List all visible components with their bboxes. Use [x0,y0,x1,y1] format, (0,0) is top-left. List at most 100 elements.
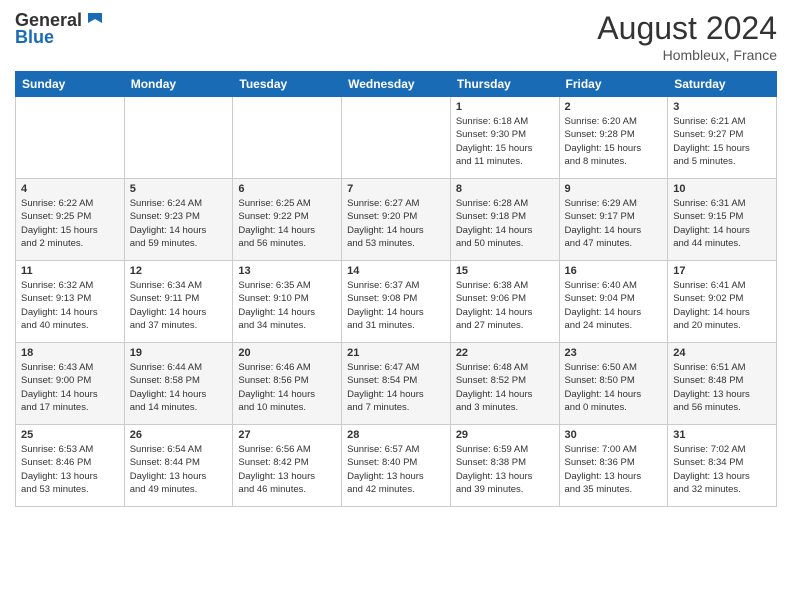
col-header-saturday: Saturday [668,72,777,97]
day-info: Sunrise: 6:57 AM Sunset: 8:40 PM Dayligh… [347,443,445,496]
day-number: 24 [673,347,771,359]
day-number: 25 [21,429,119,441]
calendar-cell: 4Sunrise: 6:22 AM Sunset: 9:25 PM Daylig… [16,179,125,261]
day-number: 6 [238,183,336,195]
day-number: 29 [456,429,554,441]
calendar-cell: 13Sunrise: 6:35 AM Sunset: 9:10 PM Dayli… [233,261,342,343]
day-info: Sunrise: 6:54 AM Sunset: 8:44 PM Dayligh… [130,443,228,496]
day-number: 3 [673,101,771,113]
day-info: Sunrise: 6:28 AM Sunset: 9:18 PM Dayligh… [456,197,554,250]
day-info: Sunrise: 6:18 AM Sunset: 9:30 PM Dayligh… [456,115,554,168]
calendar-cell: 22 Sunrise: 6:48 AM Sunset: 8:52 PM Dayli… [450,343,559,425]
day-info: Sunrise: 6:46 AM Sunset: 8:56 PM Dayligh… [238,361,336,414]
day-info: Sunrise: 7:00 AM Sunset: 8:36 PM Dayligh… [565,443,663,496]
day-number: 27 [238,429,336,441]
calendar-cell [342,97,451,179]
col-header-wednesday: Wednesday [342,72,451,97]
day-info: Sunrise: 6:40 AM Sunset: 9:04 PM Dayligh… [565,279,663,332]
day-info: Sunrise: 6:56 AM Sunset: 8:42 PM Dayligh… [238,443,336,496]
calendar-cell [233,97,342,179]
day-number: 21 [347,347,445,359]
day-info: Sunrise: 6:21 AM Sunset: 9:27 PM Dayligh… [673,115,771,168]
calendar-cell: 21 Sunrise: 6:47 AM Sunset: 8:54 PM Dayli… [342,343,451,425]
calendar-cell: 20 Sunrise: 6:46 AM Sunset: 8:56 PM Dayli… [233,343,342,425]
day-info: Sunrise: 6:25 AM Sunset: 9:22 PM Dayligh… [238,197,336,250]
calendar-cell: 19 Sunrise: 6:44 AM Sunset: 8:58 PM Dayli… [124,343,233,425]
day-number: 19 [130,347,228,359]
calendar-cell: 17 Sunrise: 6:41 AM Sunset: 9:02 PM Dayli… [668,261,777,343]
day-info: Sunrise: 6:35 AM Sunset: 9:10 PM Dayligh… [238,279,336,332]
col-header-tuesday: Tuesday [233,72,342,97]
week-row-2: 11Sunrise: 6:32 AM Sunset: 9:13 PM Dayli… [16,261,777,343]
day-number: 12 [130,265,228,277]
day-info: Sunrise: 7:02 AM Sunset: 8:34 PM Dayligh… [673,443,771,496]
calendar-table: SundayMondayTuesdayWednesdayThursdayFrid… [15,71,777,507]
month-year-title: August 2024 [597,10,777,47]
calendar-cell: 5Sunrise: 6:24 AM Sunset: 9:23 PM Daylig… [124,179,233,261]
week-row-3: 18 Sunrise: 6:43 AM Sunset: 9:00 PM Dayli… [16,343,777,425]
day-number: 22 [456,347,554,359]
calendar-cell: 14Sunrise: 6:37 AM Sunset: 9:08 PM Dayli… [342,261,451,343]
col-header-thursday: Thursday [450,72,559,97]
day-number: 20 [238,347,336,359]
calendar-cell: 8 Sunrise: 6:28 AM Sunset: 9:18 PM Daylig… [450,179,559,261]
day-info: Sunrise: 6:50 AM Sunset: 8:50 PM Dayligh… [565,361,663,414]
day-info: Sunrise: 6:53 AM Sunset: 8:46 PM Dayligh… [21,443,119,496]
day-number: 4 [21,183,119,195]
title-section: August 2024 Hombleux, France [597,10,777,63]
day-info: Sunrise: 6:34 AM Sunset: 9:11 PM Dayligh… [130,279,228,332]
calendar-cell: 7 Sunrise: 6:27 AM Sunset: 9:20 PM Daylig… [342,179,451,261]
calendar-cell: 30 Sunrise: 7:00 AM Sunset: 8:36 PM Dayli… [559,425,668,507]
calendar-cell: 26 Sunrise: 6:54 AM Sunset: 8:44 PM Dayli… [124,425,233,507]
calendar-cell [124,97,233,179]
calendar-cell: 24 Sunrise: 6:51 AM Sunset: 8:48 PM Dayli… [668,343,777,425]
day-number: 11 [21,265,119,277]
calendar-cell: 23 Sunrise: 6:50 AM Sunset: 8:50 PM Dayli… [559,343,668,425]
day-info: Sunrise: 6:37 AM Sunset: 9:08 PM Dayligh… [347,279,445,332]
logo: General Blue [15,10,106,48]
day-info: Sunrise: 6:38 AM Sunset: 9:06 PM Dayligh… [456,279,554,332]
day-info: Sunrise: 6:20 AM Sunset: 9:28 PM Dayligh… [565,115,663,168]
calendar-cell: 18 Sunrise: 6:43 AM Sunset: 9:00 PM Dayli… [16,343,125,425]
calendar-cell: 31 Sunrise: 7:02 AM Sunset: 8:34 PM Dayli… [668,425,777,507]
page-container: General Blue August 2024 Hombleux, Franc… [0,0,792,512]
week-row-0: 1 Sunrise: 6:18 AM Sunset: 9:30 PM Daylig… [16,97,777,179]
day-number: 1 [456,101,554,113]
col-header-sunday: Sunday [16,72,125,97]
location-subtitle: Hombleux, France [597,47,777,63]
calendar-cell: 9Sunrise: 6:29 AM Sunset: 9:17 PM Daylig… [559,179,668,261]
day-number: 17 [673,265,771,277]
calendar-cell: 29 Sunrise: 6:59 AM Sunset: 8:38 PM Dayli… [450,425,559,507]
calendar-cell: 12 Sunrise: 6:34 AM Sunset: 9:11 PM Dayli… [124,261,233,343]
day-number: 7 [347,183,445,195]
day-number: 5 [130,183,228,195]
day-number: 2 [565,101,663,113]
day-number: 16 [565,265,663,277]
calendar-cell [16,97,125,179]
day-number: 31 [673,429,771,441]
calendar-cell: 3 Sunrise: 6:21 AM Sunset: 9:27 PM Daylig… [668,97,777,179]
day-number: 30 [565,429,663,441]
day-info: Sunrise: 6:44 AM Sunset: 8:58 PM Dayligh… [130,361,228,414]
calendar-cell: 10Sunrise: 6:31 AM Sunset: 9:15 PM Dayli… [668,179,777,261]
day-number: 28 [347,429,445,441]
day-number: 10 [673,183,771,195]
calendar-cell: 16 Sunrise: 6:40 AM Sunset: 9:04 PM Dayli… [559,261,668,343]
week-row-4: 25 Sunrise: 6:53 AM Sunset: 8:46 PM Dayli… [16,425,777,507]
calendar-cell: 11Sunrise: 6:32 AM Sunset: 9:13 PM Dayli… [16,261,125,343]
logo-flag-icon [84,9,106,31]
col-header-monday: Monday [124,72,233,97]
day-number: 26 [130,429,228,441]
day-number: 18 [21,347,119,359]
day-info: Sunrise: 6:47 AM Sunset: 8:54 PM Dayligh… [347,361,445,414]
day-info: Sunrise: 6:43 AM Sunset: 9:00 PM Dayligh… [21,361,119,414]
day-number: 8 [456,183,554,195]
day-info: Sunrise: 6:48 AM Sunset: 8:52 PM Dayligh… [456,361,554,414]
calendar-cell: 15Sunrise: 6:38 AM Sunset: 9:06 PM Dayli… [450,261,559,343]
day-info: Sunrise: 6:51 AM Sunset: 8:48 PM Dayligh… [673,361,771,414]
day-info: Sunrise: 6:41 AM Sunset: 9:02 PM Dayligh… [673,279,771,332]
day-info: Sunrise: 6:59 AM Sunset: 8:38 PM Dayligh… [456,443,554,496]
day-number: 23 [565,347,663,359]
calendar-cell: 27 Sunrise: 6:56 AM Sunset: 8:42 PM Dayli… [233,425,342,507]
day-info: Sunrise: 6:27 AM Sunset: 9:20 PM Dayligh… [347,197,445,250]
